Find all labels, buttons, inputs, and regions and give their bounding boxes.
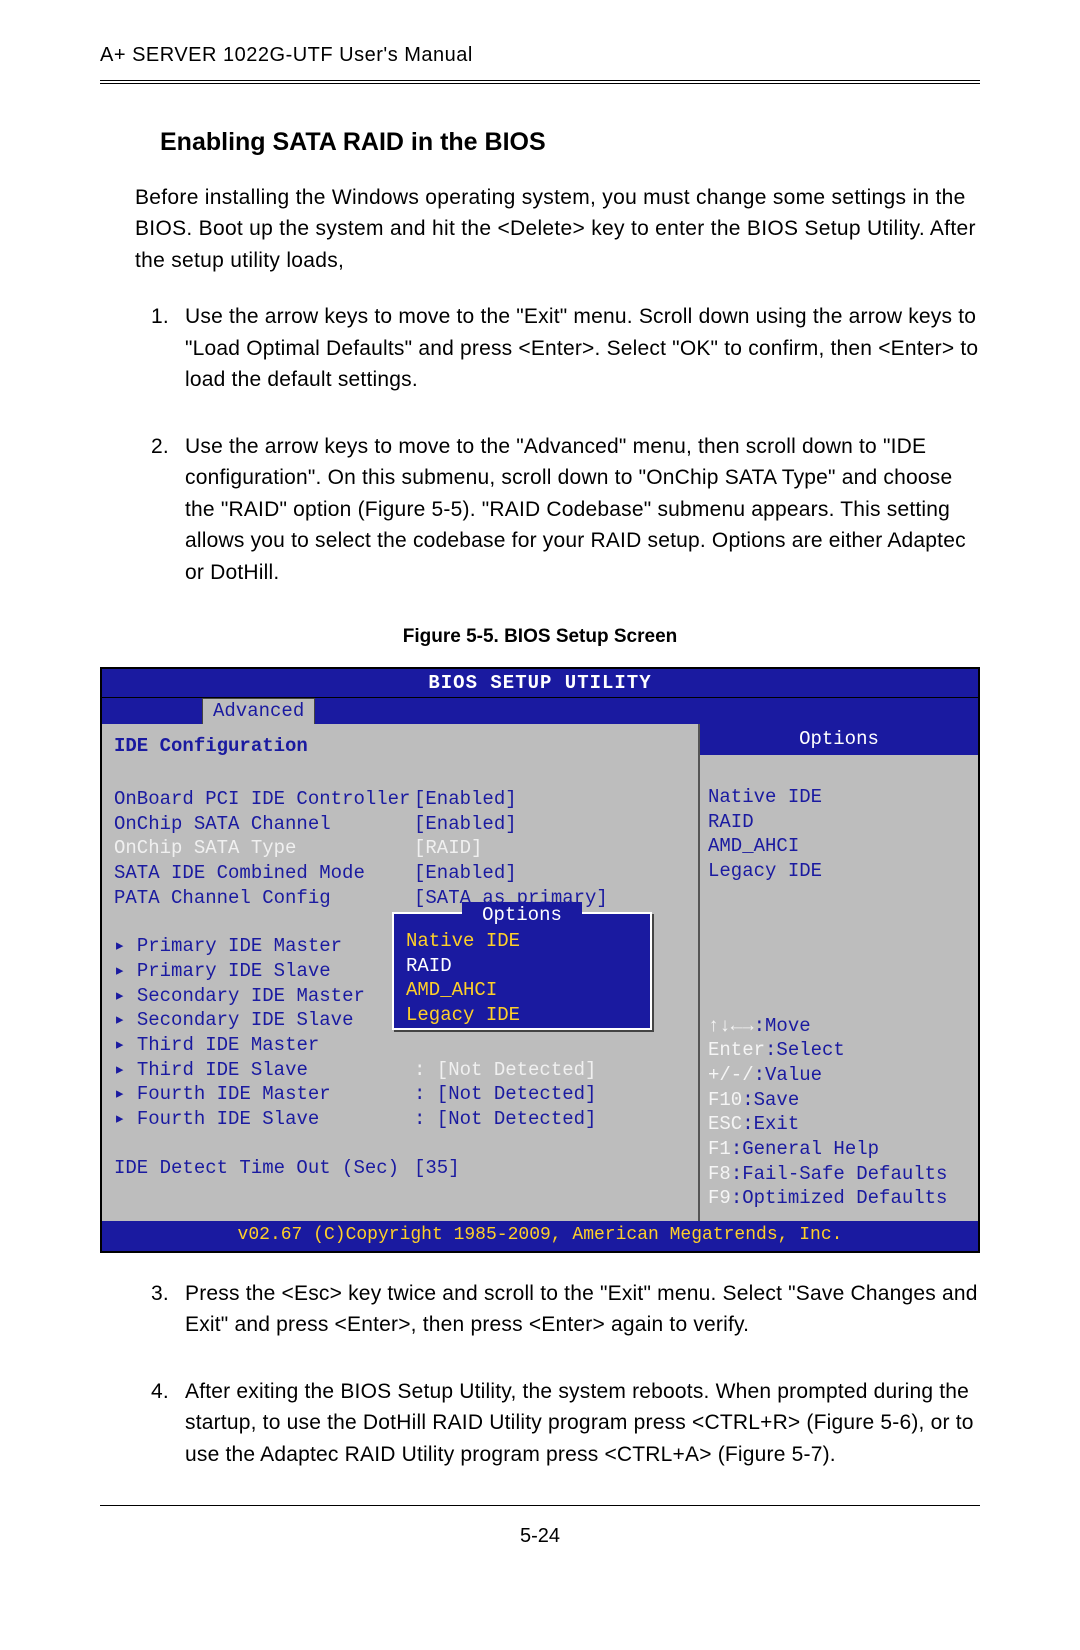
options-header: Options [700, 724, 978, 755]
bios-label: OnBoard PCI IDE Controller [114, 787, 414, 812]
nav-desc: :Select [765, 1039, 845, 1061]
bios-label: PATA Channel Config [114, 886, 414, 911]
bios-label: IDE Detect Time Out (Sec) [114, 1156, 414, 1181]
popup-title: Options [462, 902, 582, 929]
bios-row-sata-channel[interactable]: OnChip SATA Channel [Enabled] [114, 812, 690, 837]
nav-desc: :Fail-Safe Defaults [731, 1163, 948, 1185]
options-popup: Options Native IDE RAID AMD_AHCI Legacy … [392, 912, 652, 1029]
bios-value [414, 1033, 690, 1058]
bios-row-third-master[interactable]: Third IDE Master [114, 1033, 690, 1058]
bios-row-third-slave[interactable]: Third IDE Slave : [Not Detected] [114, 1058, 690, 1083]
option-legacy-ide: Legacy IDE [708, 859, 970, 884]
nav-desc: :Exit [742, 1113, 799, 1135]
option-raid: RAID [708, 810, 970, 835]
bios-right-panel: Options Native IDE RAID AMD_AHCI Legacy … [698, 724, 978, 1221]
bios-value: : [Not Detected] [414, 1107, 690, 1132]
header-divider [100, 80, 980, 84]
nav-desc: :Save [742, 1089, 799, 1111]
step-1: Use the arrow keys to move to the "Exit"… [175, 301, 980, 396]
nav-desc: :Move [754, 1015, 811, 1037]
bios-value: : [Not Detected] [414, 1058, 690, 1083]
nav-key: F10 [708, 1089, 742, 1111]
nav-key: ESC [708, 1113, 742, 1135]
bios-label: Third IDE Master [114, 1033, 414, 1058]
popup-item-amd-ahci[interactable]: AMD_AHCI [394, 978, 650, 1003]
bios-row-fourth-slave[interactable]: Fourth IDE Slave : [Not Detected] [114, 1107, 690, 1132]
page-number: 5-24 [100, 1521, 980, 1551]
popup-item-legacy-ide[interactable]: Legacy IDE [394, 1003, 650, 1028]
popup-item-native-ide[interactable]: Native IDE [394, 929, 650, 954]
nav-key: F1 [708, 1138, 731, 1160]
step-4: After exiting the BIOS Setup Utility, th… [175, 1376, 980, 1471]
steps-list-continued: Press the <Esc> key twice and scroll to … [175, 1278, 980, 1471]
option-amd-ahci: AMD_AHCI [708, 834, 970, 859]
section-title: Enabling SATA RAID in the BIOS [160, 124, 980, 162]
bios-label: OnChip SATA Type [114, 836, 414, 861]
bios-value: : [Not Detected] [414, 1082, 690, 1107]
ide-configuration-heading: IDE Configuration [114, 734, 690, 759]
bios-row-pata-config[interactable]: PATA Channel Config [SATA as primary] [114, 886, 690, 911]
bios-label: Secondary IDE Master [114, 984, 414, 1009]
nav-key: Enter [708, 1039, 765, 1061]
bios-label: OnChip SATA Channel [114, 812, 414, 837]
figure-caption: Figure 5-5. BIOS Setup Screen [100, 623, 980, 652]
nav-desc: :Value [754, 1064, 822, 1086]
intro-paragraph: Before installing the Windows operating … [135, 182, 980, 277]
bios-row-timeout[interactable]: IDE Detect Time Out (Sec) [35] [114, 1156, 690, 1181]
option-native-ide: Native IDE [708, 785, 970, 810]
bios-label: SATA IDE Combined Mode [114, 861, 414, 886]
bios-title-bar: BIOS SETUP UTILITY [102, 669, 978, 699]
nav-key: F8 [708, 1163, 731, 1185]
bios-label: Secondary IDE Slave [114, 1008, 414, 1033]
bios-left-panel: IDE Configuration OnBoard PCI IDE Contro… [102, 724, 698, 1221]
bios-row-fourth-master[interactable]: Fourth IDE Master : [Not Detected] [114, 1082, 690, 1107]
bios-row-combined-mode[interactable]: SATA IDE Combined Mode [Enabled] [114, 861, 690, 886]
nav-desc: :Optimized Defaults [731, 1187, 948, 1209]
bios-label: Third IDE Slave [114, 1058, 414, 1083]
bios-label: Fourth IDE Slave [114, 1107, 414, 1132]
bios-label: Fourth IDE Master [114, 1082, 414, 1107]
bios-main-area: IDE Configuration OnBoard PCI IDE Contro… [102, 724, 978, 1221]
nav-help: ↑↓←→:Move Enter:Select +/-/:Value F10:Sa… [708, 1014, 970, 1212]
bios-screenshot: BIOS SETUP UTILITY Advanced IDE Configur… [100, 667, 980, 1253]
footer-divider [100, 1505, 980, 1506]
manual-header: A+ SERVER 1022G-UTF User's Manual [100, 40, 980, 70]
bios-tab-bar: Advanced [102, 698, 978, 724]
nav-key: F9 [708, 1187, 731, 1209]
nav-key: +/-/ [708, 1064, 754, 1086]
bios-value: [Enabled] [414, 812, 690, 837]
step-2: Use the arrow keys to move to the "Advan… [175, 431, 980, 589]
bios-row-pci-ide[interactable]: OnBoard PCI IDE Controller [Enabled] [114, 787, 690, 812]
step-3: Press the <Esc> key twice and scroll to … [175, 1278, 980, 1341]
bios-copyright: v02.67 (C)Copyright 1985-2009, American … [102, 1221, 978, 1250]
popup-item-raid[interactable]: RAID [394, 954, 650, 979]
bios-value: [Enabled] [414, 861, 690, 886]
bios-value: [RAID] [414, 836, 690, 861]
bios-value: [35] [414, 1156, 690, 1181]
bios-label: Primary IDE Master [114, 934, 414, 959]
steps-list: Use the arrow keys to move to the "Exit"… [175, 301, 980, 588]
nav-desc: :General Help [731, 1138, 879, 1160]
bios-label: Primary IDE Slave [114, 959, 414, 984]
bios-tab-advanced[interactable]: Advanced [202, 698, 315, 724]
nav-key: ↑↓←→ [708, 1015, 754, 1037]
bios-row-sata-type[interactable]: OnChip SATA Type [RAID] [114, 836, 690, 861]
bios-value: [Enabled] [414, 787, 690, 812]
